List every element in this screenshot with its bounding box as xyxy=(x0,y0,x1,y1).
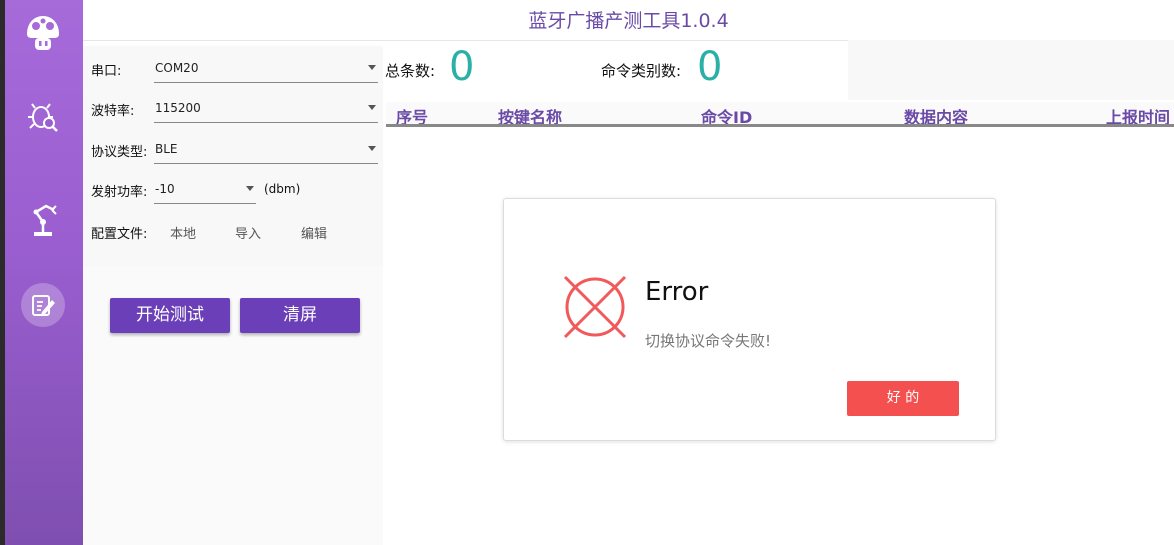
dialog-message: 切换协议命令失败! xyxy=(645,332,772,350)
chevron-down-icon xyxy=(368,146,376,151)
clear-screen-button[interactable]: 清屏 xyxy=(240,298,360,333)
baud-label: 波特率: xyxy=(91,104,135,119)
protocol-value: BLE xyxy=(155,142,178,156)
power-value: -10 xyxy=(155,182,175,196)
config-file-row: 配置文件: 本地 导入 编辑 xyxy=(83,217,383,247)
config-panel: 串口: COM20 波特率: 115200 协议类型: BLE 发射功率: -1… xyxy=(83,46,383,266)
protocol-label: 协议类型: xyxy=(91,145,148,160)
edit-button[interactable]: 编辑 xyxy=(301,223,327,242)
action-panel: 开始测试 清屏 xyxy=(83,266,383,545)
baud-select[interactable]: 115200 xyxy=(154,94,378,123)
total-count-label: 总条数: xyxy=(385,62,436,80)
power-row: 发射功率: -10 (dbm) xyxy=(83,175,383,205)
robot-arm-icon xyxy=(33,204,57,236)
table-header: 序号 按键名称 命令ID 数据内容 上报时间 xyxy=(386,102,1174,127)
local-file-button[interactable]: 本地 xyxy=(170,223,196,242)
port-value: COM20 xyxy=(155,61,199,75)
port-select[interactable]: COM20 xyxy=(154,54,378,83)
chevron-down-icon xyxy=(368,65,376,70)
power-label: 发射功率: xyxy=(91,185,148,200)
import-button[interactable]: 导入 xyxy=(235,223,261,242)
port-label: 串口: xyxy=(91,64,122,79)
mushroom-icon xyxy=(27,16,59,50)
power-unit: (dbm) xyxy=(264,182,301,196)
nav-edit-button[interactable] xyxy=(21,283,65,327)
chevron-down-icon xyxy=(368,105,376,110)
error-dialog: Error 切换协议命令失败! 好 的 xyxy=(503,198,996,441)
nav-debug-button[interactable] xyxy=(19,92,67,140)
power-select[interactable]: -10 xyxy=(154,175,256,204)
baud-value: 115200 xyxy=(155,101,201,115)
edit-note-icon xyxy=(32,295,55,316)
command-types-label: 命令类别数: xyxy=(601,62,682,80)
baud-row: 波特率: 115200 xyxy=(83,94,383,124)
config-file-label: 配置文件: xyxy=(91,227,148,242)
sidebar-nav xyxy=(5,0,83,545)
stats-blank-area xyxy=(848,40,1174,100)
dialog-title: Error xyxy=(645,277,709,307)
protocol-row: 协议类型: BLE xyxy=(83,135,383,165)
table-header-divider xyxy=(386,124,1174,127)
error-circle-x-icon xyxy=(563,275,627,339)
nav-home-button[interactable] xyxy=(19,10,67,58)
bug-search-icon xyxy=(28,103,58,132)
nav-automation-button[interactable] xyxy=(19,196,67,244)
command-types-value: 0 xyxy=(697,44,723,90)
ok-button[interactable]: 好 的 xyxy=(847,381,959,416)
start-test-button[interactable]: 开始测试 xyxy=(110,298,230,333)
port-row: 串口: COM20 xyxy=(83,54,383,84)
app-title: 蓝牙广播产测工具1.0.4 xyxy=(528,10,729,32)
protocol-select[interactable]: BLE xyxy=(154,135,378,164)
total-count-value: 0 xyxy=(449,44,475,90)
chevron-down-icon xyxy=(246,186,254,191)
stats-bar: 总条数: 0 命令类别数: 0 xyxy=(383,40,848,100)
